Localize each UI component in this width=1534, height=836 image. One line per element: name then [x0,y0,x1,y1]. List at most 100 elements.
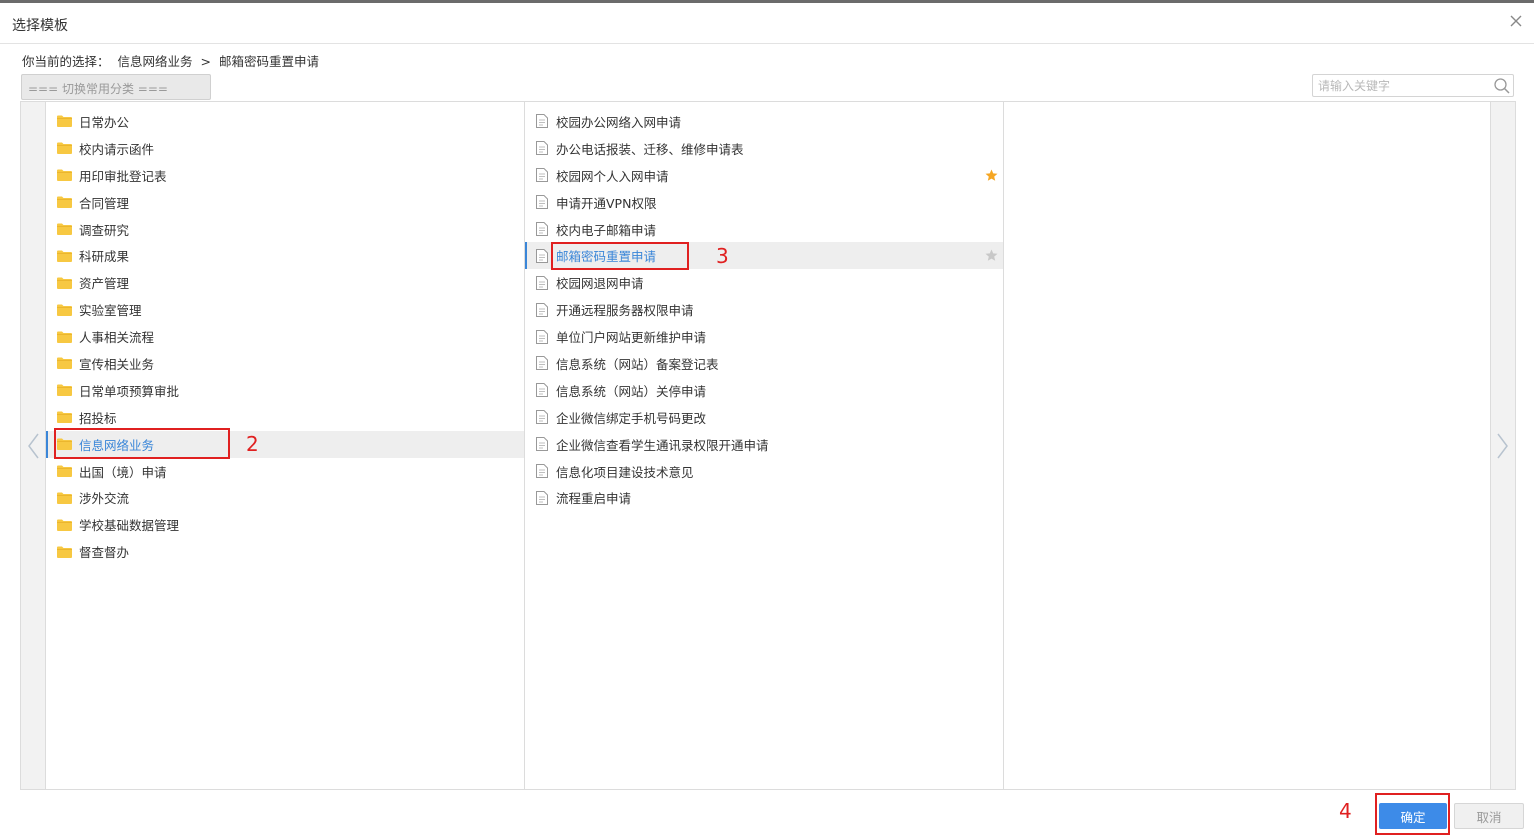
template-item[interactable]: 单位门户网站更新维护申请 [525,323,1003,350]
current-selection: 你当前的选择： 信息网络业务 > 邮箱密码重置申请 [22,51,323,70]
category-switch-select[interactable]: === 切换常用分类 === [21,74,211,100]
folder-icon [57,169,72,182]
template-item[interactable]: 校园办公网络入网申请 [525,108,1003,135]
category-item[interactable]: 用印审批登记表 [46,162,524,189]
document-icon [536,437,548,452]
category-label: 学校基础数据管理 [79,518,180,534]
folder-icon [57,304,72,316]
category-item[interactable]: 学校基础数据管理 [46,511,524,538]
folder-icon [57,277,72,289]
template-item[interactable]: 信息系统（网站）关停申请 [525,377,1003,404]
annotation-box-confirm [1375,793,1450,835]
document-icon [536,168,548,183]
category-item[interactable]: 宣传相关业务 [46,350,524,377]
template-label: 开通远程服务器权限申请 [556,303,694,319]
annotation-box-template [551,242,689,270]
category-label: 实验室管理 [79,303,142,319]
template-label: 校园办公网络入网申请 [556,114,682,130]
category-label: 督查督办 [79,545,130,561]
document-icon [536,248,548,263]
favorite-star-icon[interactable] [985,249,998,262]
category-item[interactable]: 调查研究 [46,216,524,243]
template-item[interactable]: 校园网退网申请 [525,269,1003,296]
document-icon [536,356,548,371]
selection-separator: > [200,54,211,69]
category-label: 日常单项预算审批 [79,383,180,399]
category-item[interactable]: 日常办公 [46,108,524,135]
folder-icon [57,411,72,424]
template-label: 单位门户网站更新维护申请 [556,330,707,346]
category-item[interactable]: 合同管理 [46,189,524,216]
folder-icon [57,519,72,531]
template-label: 校园网退网申请 [556,276,644,292]
template-column: 校园办公网络入网申请办公电话报装、迁移、维修申请表 校园网个人入网申请申请开通VP… [525,102,1004,789]
cancel-button[interactable]: 取消 [1454,803,1524,829]
category-label: 人事相关流程 [79,330,155,346]
category-item[interactable]: 出国（境）申请 [46,458,524,485]
category-label: 出国（境）申请 [79,464,167,480]
template-item[interactable]: 企业微信查看学生通讯录权限开通申请 [525,431,1003,458]
template-item[interactable]: 申请开通VPN权限 [525,189,1003,216]
template-label: 校内电子邮箱申请 [556,222,657,238]
scroll-left-button[interactable] [21,102,46,789]
document-icon [536,141,548,156]
category-label: 科研成果 [79,249,130,265]
category-list: 日常办公校内请示函件 用印审批登记表 合同管理调查研究科研成果资产管理实验室管理人事… [46,108,524,565]
dialog-title: 选择模板 [12,18,68,34]
selection-item: 邮箱密码重置申请 [218,54,319,69]
scroll-right-button[interactable] [1490,102,1515,789]
folder-icon [57,331,72,343]
folder-icon [57,357,72,370]
template-item[interactable]: 信息化项目建设技术意见 [525,458,1003,485]
category-label: 用印审批登记表 [79,168,167,184]
category-label: 合同管理 [79,195,130,211]
chevron-left-icon [28,433,39,459]
category-item[interactable]: 校内请示函件 [46,135,524,162]
category-item[interactable]: 资产管理 [46,269,524,296]
chevron-right-icon [1497,433,1508,459]
category-item[interactable]: 实验室管理 [46,296,524,323]
dialog-header: 选择模板 [0,3,1534,44]
category-label: 日常办公 [79,114,130,130]
category-item[interactable]: 督查督办 [46,538,524,565]
category-label: 招投标 [79,410,117,426]
favorite-star-icon[interactable] [985,169,998,182]
template-label: 办公电话报装、迁移、维修申请表 [556,141,744,157]
template-item[interactable]: 开通远程服务器权限申请 [525,296,1003,323]
document-icon [536,464,548,479]
document-icon [536,195,548,210]
template-item[interactable]: 校园网个人入网申请 [525,162,1003,189]
selection-category: 信息网络业务 [117,54,193,69]
template-label: 校园网个人入网申请 [556,168,669,184]
annotation-number-2: 2 [246,432,259,456]
document-icon [536,490,548,505]
search-box [1312,74,1514,97]
selection-prefix: 你当前的选择： [22,54,110,69]
template-item[interactable]: 流程重启申请 [525,484,1003,511]
template-item[interactable]: 信息系统（网站）备案登记表 [525,350,1003,377]
document-icon [536,410,548,425]
category-item[interactable]: 日常单项预算审批 [46,377,524,404]
category-item[interactable]: 涉外交流 [46,484,524,511]
empty-column [1004,102,1490,789]
close-icon[interactable] [1508,13,1524,29]
document-icon [536,329,548,344]
category-item[interactable]: 招投标 [46,404,524,431]
template-label: 信息系统（网站）关停申请 [556,383,707,399]
template-label: 信息化项目建设技术意见 [556,464,694,480]
search-icon[interactable] [1493,77,1511,95]
folder-icon [57,223,72,235]
document-icon [536,383,548,398]
folder-icon [57,142,72,155]
template-item[interactable]: 校内电子邮箱申请 [525,216,1003,243]
template-item[interactable]: 办公电话报装、迁移、维修申请表 [525,135,1003,162]
category-label: 校内请示函件 [79,141,155,157]
category-item[interactable]: 科研成果 [46,242,524,269]
template-label: 流程重启申请 [556,491,632,507]
template-item[interactable]: 企业微信绑定手机号码更改 [525,404,1003,431]
category-item[interactable]: 人事相关流程 [46,323,524,350]
folder-icon [57,196,72,209]
search-input[interactable] [1313,75,1483,96]
folder-icon [57,250,72,262]
annotation-number-3: 3 [716,244,729,268]
